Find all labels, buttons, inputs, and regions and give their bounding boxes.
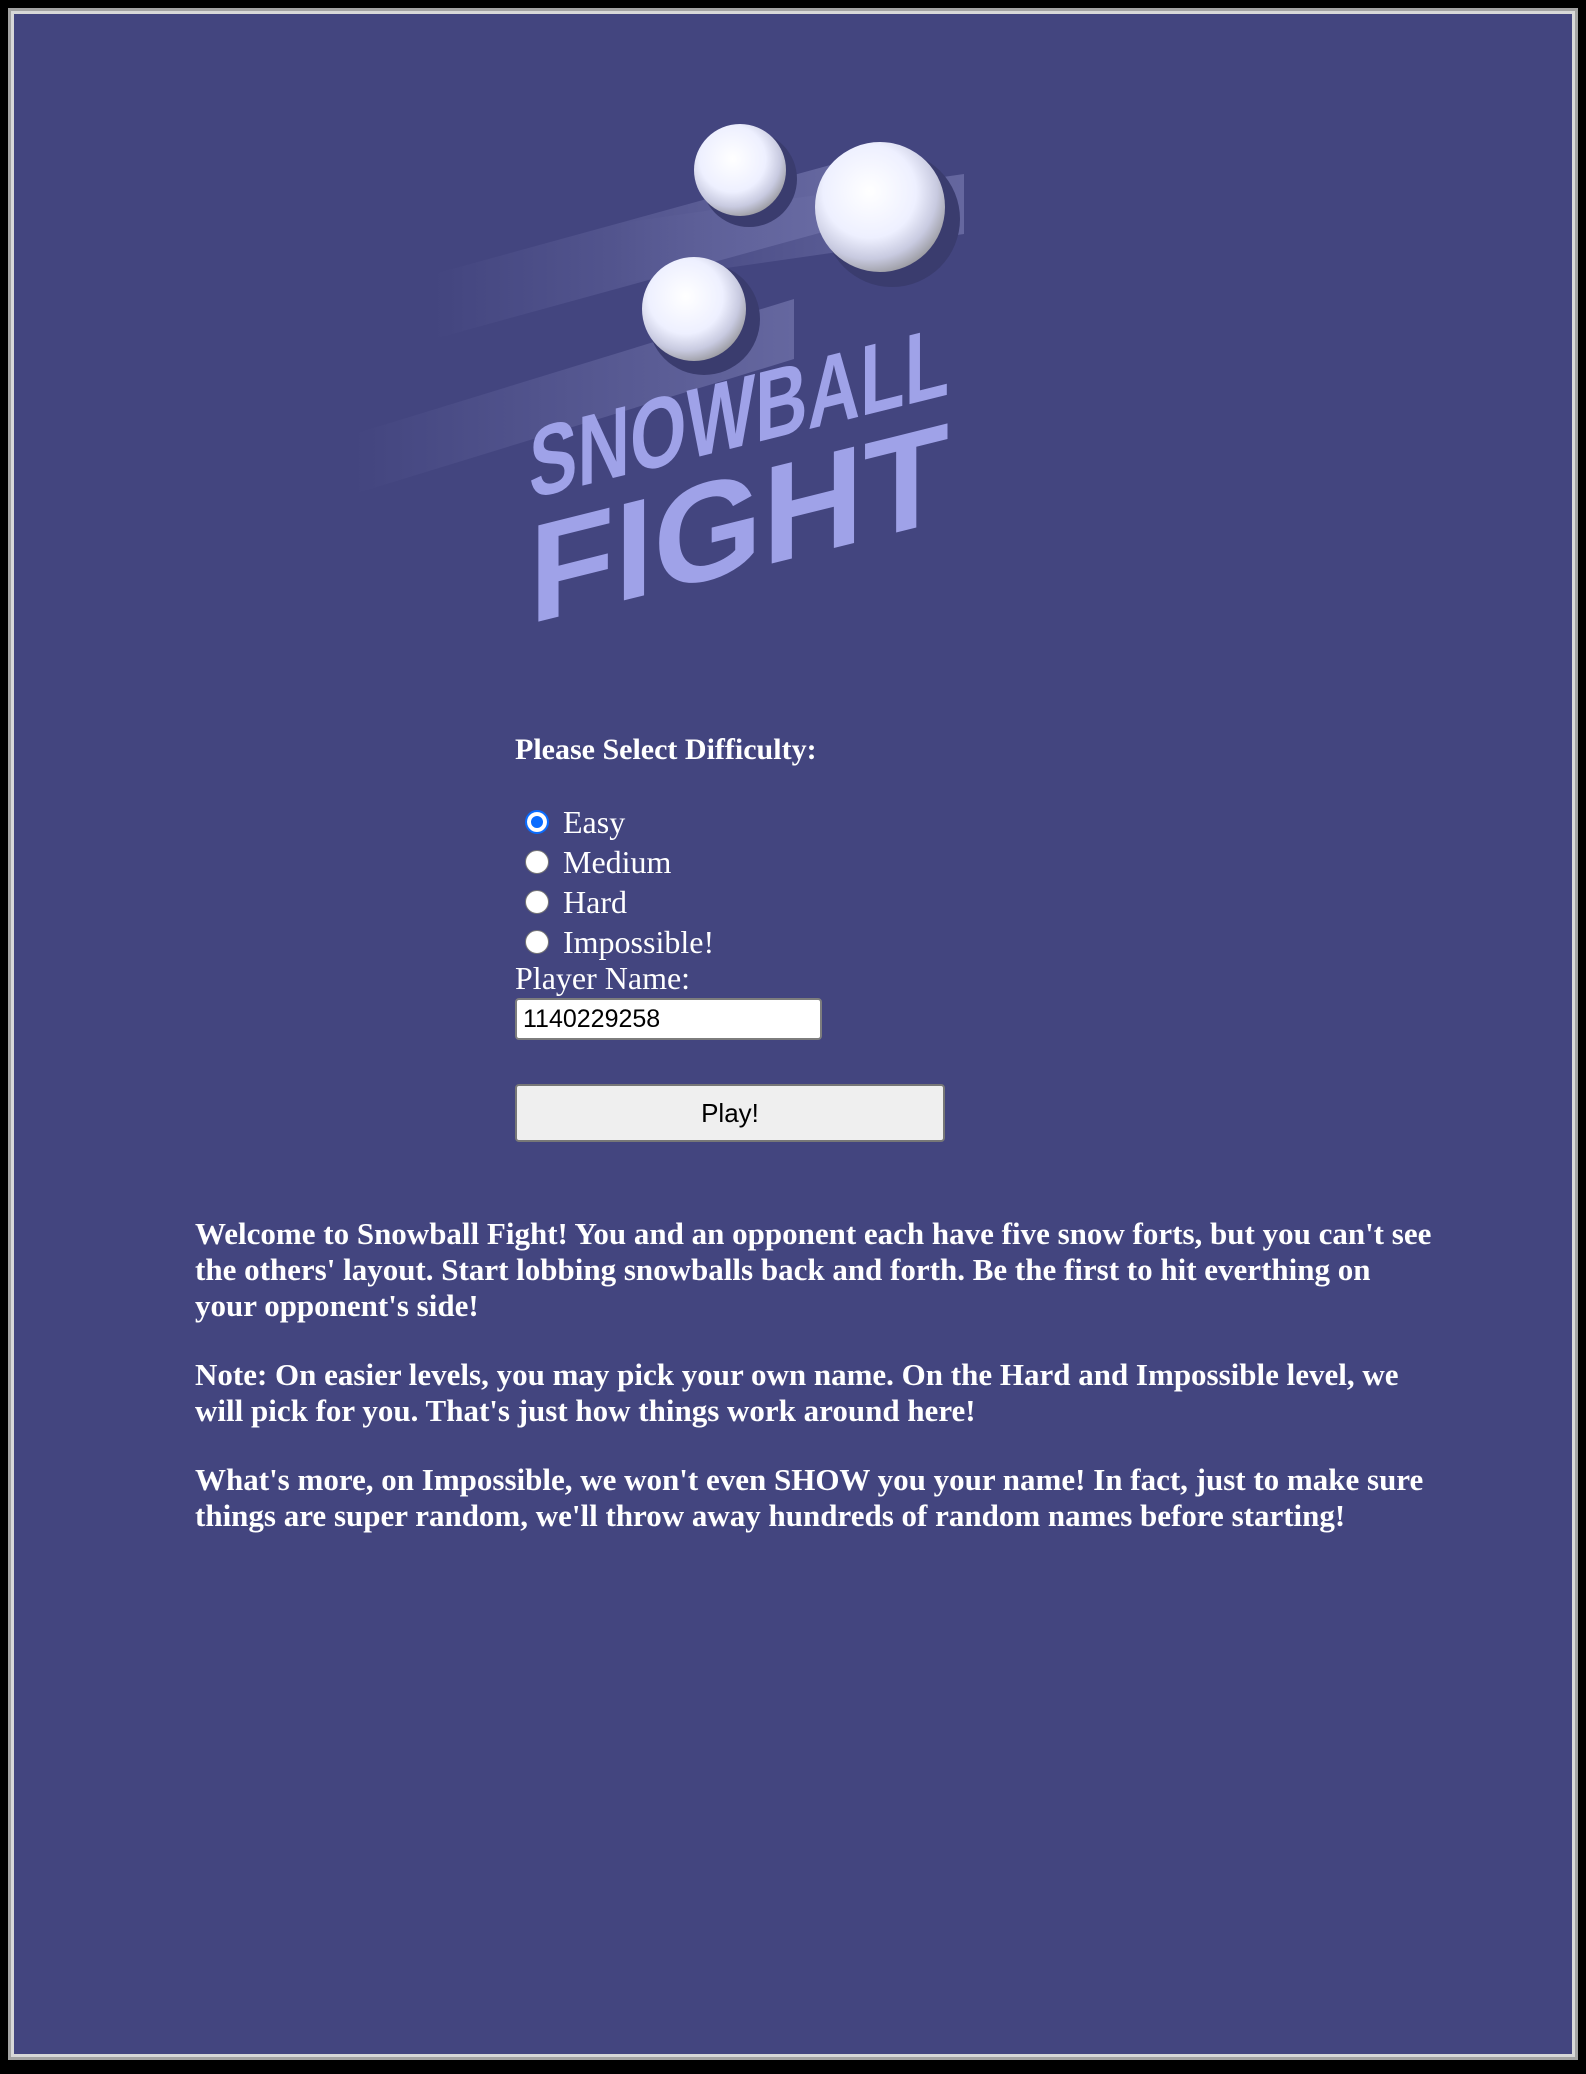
radio-medium[interactable]: [525, 850, 549, 874]
play-button[interactable]: Play!: [515, 1084, 945, 1142]
radio-hard[interactable]: [525, 890, 549, 914]
difficulty-option-hard[interactable]: Hard: [515, 882, 1115, 922]
snowball-fight-logo: SNOWBALL FIGHT: [354, 124, 964, 655]
instructions-paragraph: Welcome to Snowball Fight! You and an op…: [195, 1216, 1432, 1323]
difficulty-label-easy: Easy: [563, 804, 626, 840]
difficulty-title: Please Select Difficulty:: [515, 733, 817, 766]
instructions-paragraph: Note: On easier levels, you may pick you…: [195, 1357, 1399, 1428]
game-page: SNOWBALL FIGHT Please Select Difficulty:…: [11, 11, 1575, 2057]
snowball-icon: [815, 142, 960, 287]
player-name-input[interactable]: [515, 998, 822, 1040]
difficulty-label-impossible: Impossible!: [563, 924, 715, 960]
game-instructions: Welcome to Snowball Fight! You and an op…: [195, 1216, 1435, 1567]
difficulty-option-easy[interactable]: Easy: [515, 802, 1115, 842]
difficulty-label-hard: Hard: [563, 884, 627, 920]
player-name-label: Player Name:: [515, 960, 691, 996]
radio-easy[interactable]: [525, 810, 549, 834]
radio-impossible[interactable]: [525, 930, 549, 954]
instructions-paragraph: What's more, on Impossible, we won't eve…: [195, 1462, 1424, 1533]
difficulty-option-medium[interactable]: Medium: [515, 842, 1115, 882]
difficulty-label-medium: Medium: [563, 844, 672, 880]
difficulty-option-impossible[interactable]: Impossible!: [515, 922, 1115, 962]
difficulty-form: Please Select Difficulty: Easy Medium Ha…: [515, 732, 1115, 1142]
